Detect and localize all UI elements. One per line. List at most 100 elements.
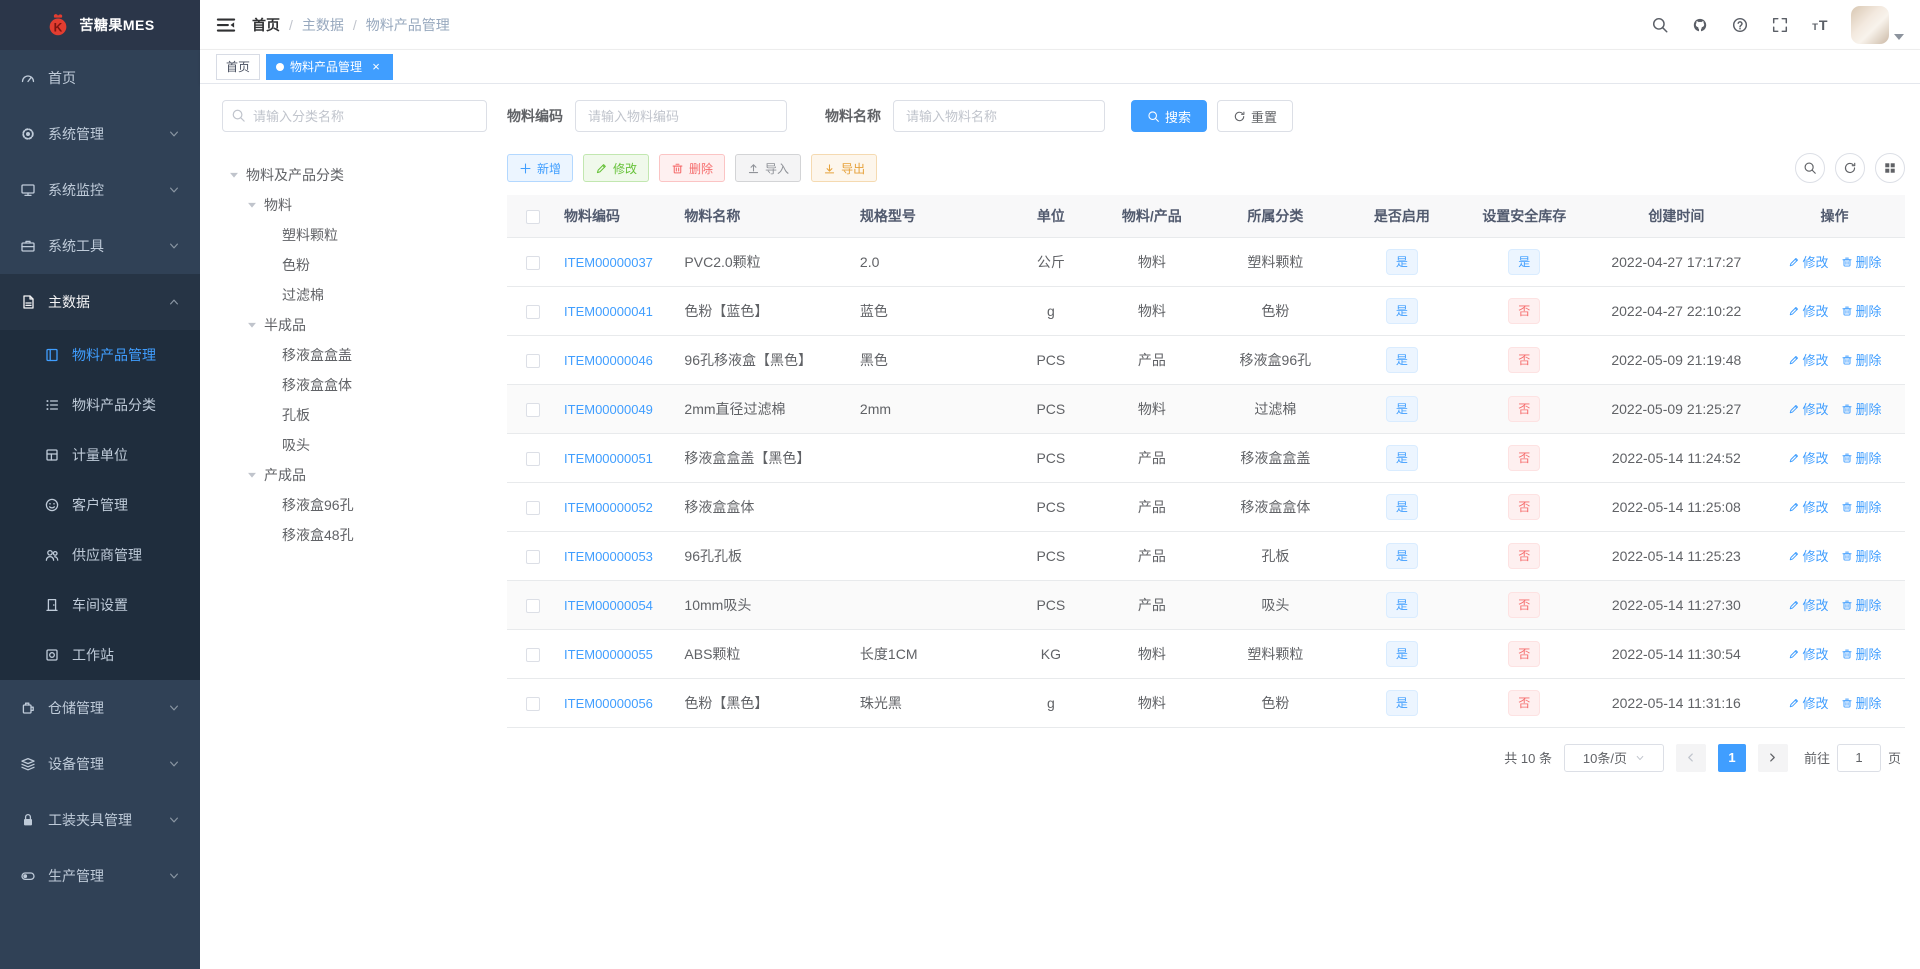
row-edit-link[interactable]: 修改 <box>1788 546 1829 565</box>
material-code-input[interactable] <box>575 100 787 132</box>
tree-node-移液盒96孔[interactable]: 移液盒96孔 <box>222 490 487 520</box>
export-button[interactable]: 导出 <box>811 154 878 182</box>
tree-node-移液盒盒盖[interactable]: 移液盒盒盖 <box>222 340 487 370</box>
goto-page-input[interactable] <box>1836 743 1881 772</box>
row-delete-link[interactable]: 删除 <box>1841 350 1882 369</box>
item-code-link[interactable]: ITEM00000037 <box>564 255 653 270</box>
import-button[interactable]: 导入 <box>735 154 802 182</box>
tree-node-孔板[interactable]: 孔板 <box>222 400 487 430</box>
row-edit-link[interactable]: 修改 <box>1788 350 1829 369</box>
sidebar-item-客户管理[interactable]: 客户管理 <box>0 480 200 530</box>
question-icon[interactable] <box>1731 16 1749 34</box>
tree-node-移液盒盒体[interactable]: 移液盒盒体 <box>222 370 487 400</box>
row-checkbox[interactable] <box>525 549 540 564</box>
sidebar-item-系统管理[interactable]: 系统管理 <box>0 106 200 162</box>
user-menu[interactable] <box>1851 5 1904 44</box>
row-delete-link[interactable]: 删除 <box>1841 252 1882 271</box>
column-settings-button[interactable] <box>1875 153 1905 183</box>
row-edit-link[interactable]: 修改 <box>1788 399 1829 418</box>
sidebar-item-计量单位[interactable]: 计量单位 <box>0 430 200 480</box>
tab-物料产品管理[interactable]: 物料产品管理 × <box>266 53 394 80</box>
row-delete-link[interactable]: 删除 <box>1841 399 1882 418</box>
item-code-link[interactable]: ITEM00000041 <box>564 304 653 319</box>
material-name-input[interactable] <box>893 100 1105 132</box>
sidebar-item-工作站[interactable]: 工作站 <box>0 630 200 680</box>
item-code-link[interactable]: ITEM00000049 <box>564 402 653 417</box>
avatar[interactable] <box>1851 5 1889 44</box>
item-code-link[interactable]: ITEM00000056 <box>564 696 653 711</box>
fullscreen-icon[interactable] <box>1771 16 1789 34</box>
tree-node-吸头[interactable]: 吸头 <box>222 430 487 460</box>
sidebar-item-物料产品分类[interactable]: 物料产品分类 <box>0 380 200 430</box>
row-checkbox[interactable] <box>525 255 540 270</box>
item-code-link[interactable]: ITEM00000054 <box>564 598 653 613</box>
edit-button[interactable]: 修改 <box>583 154 650 182</box>
search-button[interactable]: 搜索 <box>1131 100 1208 132</box>
category-search-input[interactable] <box>222 100 487 132</box>
row-edit-link[interactable]: 修改 <box>1788 301 1829 320</box>
select-all-checkbox[interactable] <box>525 209 540 224</box>
row-delete-link[interactable]: 删除 <box>1841 693 1882 712</box>
breadcrumb-home[interactable]: 首页 <box>252 15 280 35</box>
app-logo-bar[interactable]: K 苦糖果MES <box>0 0 200 50</box>
refresh-button[interactable] <box>1835 153 1865 183</box>
sidebar-item-物料产品管理[interactable]: 物料产品管理 <box>0 330 200 380</box>
tree-node-半成品[interactable]: 半成品 <box>222 310 487 340</box>
item-code-link[interactable]: ITEM00000052 <box>564 500 653 515</box>
sidebar-item-工装夹具管理[interactable]: 工装夹具管理 <box>0 792 200 848</box>
tab-首页[interactable]: 首页 <box>216 53 261 80</box>
row-delete-link[interactable]: 删除 <box>1841 301 1882 320</box>
reset-button[interactable]: 重置 <box>1217 100 1294 132</box>
sidebar-item-仓储管理[interactable]: 仓储管理 <box>0 680 200 736</box>
sidebar-item-系统工具[interactable]: 系统工具 <box>0 218 200 274</box>
row-checkbox[interactable] <box>525 402 540 417</box>
search-icon[interactable] <box>1651 16 1669 34</box>
page-size-select[interactable]: 10条/页 <box>1563 743 1664 772</box>
item-code-link[interactable]: ITEM00000055 <box>564 647 653 662</box>
row-checkbox[interactable] <box>525 451 540 466</box>
row-delete-link[interactable]: 删除 <box>1841 644 1882 663</box>
page-number-1[interactable]: 1 <box>1717 743 1746 772</box>
sidebar-item-首页[interactable]: 首页 <box>0 50 200 106</box>
tree-node-产成品[interactable]: 产成品 <box>222 460 487 490</box>
row-edit-link[interactable]: 修改 <box>1788 497 1829 516</box>
row-edit-link[interactable]: 修改 <box>1788 693 1829 712</box>
next-page-button[interactable] <box>1757 743 1788 772</box>
sidebar-toggle-icon[interactable] <box>216 15 236 35</box>
row-delete-link[interactable]: 删除 <box>1841 497 1882 516</box>
item-code-link[interactable]: ITEM00000046 <box>564 353 653 368</box>
add-button[interactable]: 新增 <box>507 154 574 182</box>
row-delete-link[interactable]: 删除 <box>1841 448 1882 467</box>
close-icon[interactable]: × <box>369 60 383 74</box>
tree-node-物料及产品分类[interactable]: 物料及产品分类 <box>222 160 487 190</box>
tree-node-物料[interactable]: 物料 <box>222 190 487 220</box>
row-edit-link[interactable]: 修改 <box>1788 644 1829 663</box>
toggle-search-button[interactable] <box>1795 153 1825 183</box>
row-checkbox[interactable] <box>525 500 540 515</box>
item-code-link[interactable]: ITEM00000053 <box>564 549 653 564</box>
row-delete-link[interactable]: 删除 <box>1841 546 1882 565</box>
font-size-icon[interactable]: TT <box>1811 16 1829 34</box>
sidebar-item-系统监控[interactable]: 系统监控 <box>0 162 200 218</box>
tree-node-过滤棉[interactable]: 过滤棉 <box>222 280 487 310</box>
row-delete-link[interactable]: 删除 <box>1841 595 1882 614</box>
sidebar-item-主数据[interactable]: 主数据 <box>0 274 200 330</box>
row-edit-link[interactable]: 修改 <box>1788 448 1829 467</box>
sidebar-item-设备管理[interactable]: 设备管理 <box>0 736 200 792</box>
item-code-link[interactable]: ITEM00000051 <box>564 451 653 466</box>
tree-node-塑料颗粒[interactable]: 塑料颗粒 <box>222 220 487 250</box>
row-checkbox[interactable] <box>525 647 540 662</box>
delete-button[interactable]: 删除 <box>659 154 726 182</box>
sidebar-item-供应商管理[interactable]: 供应商管理 <box>0 530 200 580</box>
row-edit-link[interactable]: 修改 <box>1788 252 1829 271</box>
tree-node-移液盒48孔[interactable]: 移液盒48孔 <box>222 520 487 550</box>
row-checkbox[interactable] <box>525 696 540 711</box>
row-checkbox[interactable] <box>525 304 540 319</box>
tree-node-色粉[interactable]: 色粉 <box>222 250 487 280</box>
sidebar-item-生产管理[interactable]: 生产管理 <box>0 848 200 904</box>
github-icon[interactable] <box>1691 16 1709 34</box>
row-checkbox[interactable] <box>525 598 540 613</box>
sidebar-item-车间设置[interactable]: 车间设置 <box>0 580 200 630</box>
row-checkbox[interactable] <box>525 353 540 368</box>
prev-page-button[interactable] <box>1675 743 1706 772</box>
